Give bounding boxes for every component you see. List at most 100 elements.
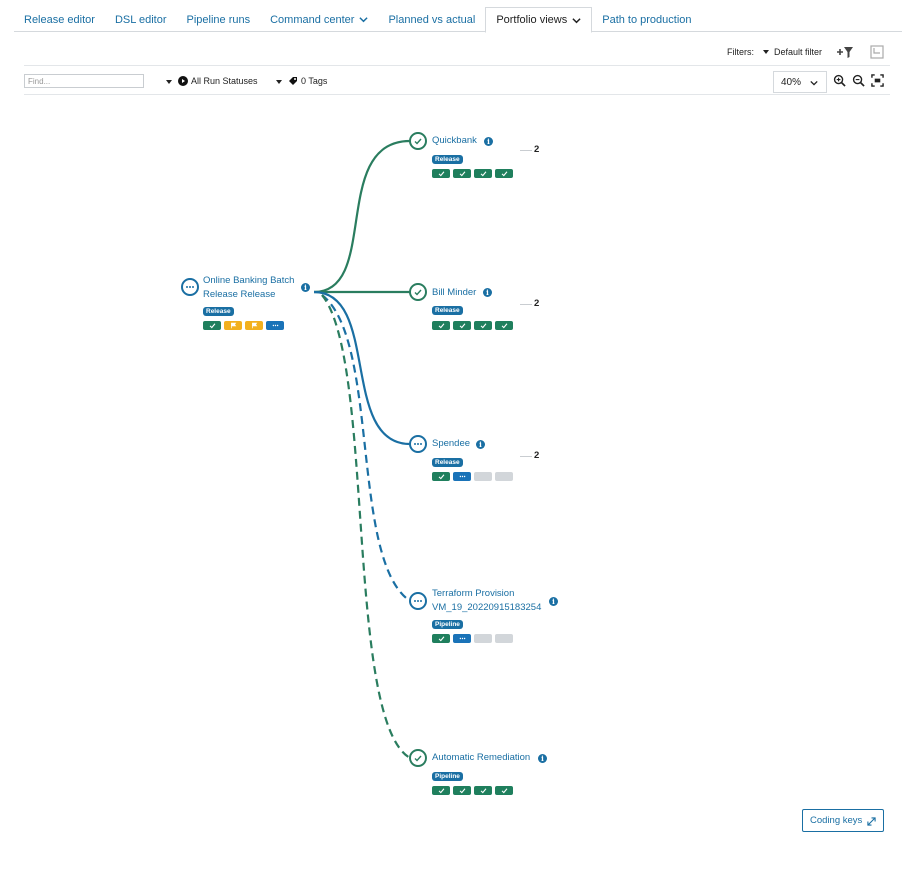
check-icon: [414, 138, 422, 145]
caret-down-icon[interactable]: [276, 80, 282, 84]
node-title[interactable]: Terraform Provision VM_19_20220915183254: [432, 587, 541, 615]
status-running-circle[interactable]: [409, 435, 427, 453]
tab-portfolio-views[interactable]: Portfolio views: [485, 7, 593, 33]
node-title[interactable]: Spendee: [432, 437, 470, 451]
info-icon[interactable]: i: [484, 137, 493, 146]
ellipsis-icon: [459, 637, 465, 640]
stage-success[interactable]: [432, 169, 450, 178]
expand-icon: [867, 817, 876, 826]
check-icon: [459, 323, 465, 329]
node-title-line1: Spendee: [432, 438, 471, 449]
chevron-down-icon: [359, 17, 369, 23]
ellipsis-icon: [459, 475, 465, 478]
status-running-circle[interactable]: [409, 592, 427, 610]
status-success-circle[interactable]: [409, 132, 427, 150]
stage-strip: [432, 321, 513, 330]
tab-release-editor[interactable]: Release editor: [14, 7, 105, 32]
tab-bar: Release editor DSL editor Pipeline runs …: [14, 7, 902, 33]
node-type-badge: Release: [432, 155, 463, 164]
status-success-circle[interactable]: [409, 749, 427, 767]
zoom-out-icon[interactable]: [852, 74, 865, 87]
status-running-circle[interactable]: [181, 278, 199, 296]
tab-label: Portfolio views: [496, 14, 568, 26]
zoom-select[interactable]: 40%: [773, 71, 827, 93]
find-input[interactable]: [24, 74, 144, 88]
stage-success[interactable]: [453, 169, 471, 178]
node-type-badge: Pipeline: [432, 620, 463, 629]
check-icon: [501, 323, 507, 329]
node-type-badge: Release: [432, 306, 463, 315]
node-title[interactable]: Automatic Remediation: [432, 751, 530, 765]
node-type-badge: Release: [203, 307, 234, 316]
save-filter-icon[interactable]: [870, 45, 884, 59]
filter-select[interactable]: Default filter: [762, 47, 822, 57]
stage-success[interactable]: [495, 169, 513, 178]
dependency-graph: [313, 139, 411, 759]
stage-success[interactable]: [495, 321, 513, 330]
stage-success[interactable]: [474, 169, 492, 178]
coding-keys-button[interactable]: Coding keys: [802, 809, 884, 832]
run-status-filter[interactable]: All Run Statuses: [178, 76, 258, 86]
tags-filter[interactable]: 0 Tags: [288, 76, 327, 86]
node-title-line2: VM_19_20220915183254: [432, 602, 542, 613]
node-title[interactable]: Bill Minder: [432, 286, 476, 300]
stage-success[interactable]: [453, 786, 471, 795]
info-icon[interactable]: i: [538, 754, 547, 763]
stage-success[interactable]: [474, 786, 492, 795]
check-icon: [480, 171, 486, 177]
node-title-line1: Bill Minder: [432, 287, 477, 298]
caret-down-icon[interactable]: [166, 80, 172, 84]
stage-success[interactable]: [432, 786, 450, 795]
tab-pipeline-runs[interactable]: Pipeline runs: [177, 7, 261, 32]
graph-toolbar: All Run Statuses 0 Tags 40%: [24, 69, 890, 95]
check-icon: [501, 788, 507, 794]
check-icon: [438, 788, 444, 794]
ellipsis-icon: [414, 600, 422, 602]
info-icon[interactable]: i: [476, 440, 485, 449]
status-success-circle[interactable]: [409, 283, 427, 301]
zoom-in-icon[interactable]: [833, 74, 846, 87]
stage-success[interactable]: [432, 321, 450, 330]
stage-success[interactable]: [453, 321, 471, 330]
stage-running[interactable]: [453, 634, 471, 643]
info-icon[interactable]: i: [483, 288, 492, 297]
ellipsis-icon: [186, 286, 194, 288]
node-title[interactable]: Quickbank: [432, 134, 477, 148]
stage-pending[interactable]: [495, 634, 513, 643]
stage-running[interactable]: [453, 472, 471, 481]
stage-success[interactable]: [495, 786, 513, 795]
check-icon: [501, 171, 507, 177]
tab-planned-vs-actual[interactable]: Planned vs actual: [378, 7, 485, 32]
stage-warning[interactable]: [224, 321, 242, 330]
node-title[interactable]: Online Banking Batch Release Release: [203, 274, 294, 302]
child-count: 2: [519, 450, 540, 461]
tab-path-to-production[interactable]: Path to production: [592, 7, 701, 32]
check-icon: [414, 289, 422, 296]
tab-dsl-editor[interactable]: DSL editor: [105, 7, 177, 32]
stage-pending[interactable]: [474, 634, 492, 643]
check-icon: [209, 323, 215, 329]
fit-to-screen-icon[interactable]: [871, 74, 884, 87]
info-icon[interactable]: i: [301, 283, 310, 292]
stage-warning[interactable]: [245, 321, 263, 330]
stage-success[interactable]: [203, 321, 221, 330]
stage-running[interactable]: [266, 321, 284, 330]
info-icon[interactable]: i: [549, 597, 558, 606]
check-icon: [459, 171, 465, 177]
stage-strip: [432, 169, 513, 178]
stage-success[interactable]: [432, 634, 450, 643]
check-icon: [438, 171, 444, 177]
chevron-down-icon: [572, 17, 581, 23]
stage-success[interactable]: [432, 472, 450, 481]
tab-command-center[interactable]: Command center: [260, 7, 378, 32]
check-icon: [438, 474, 444, 480]
portfolio-view-page: Release editor DSL editor Pipeline runs …: [0, 0, 902, 870]
stage-pending[interactable]: [495, 472, 513, 481]
stage-pending[interactable]: [474, 472, 492, 481]
tab-label: DSL editor: [114, 13, 167, 26]
add-filter-icon[interactable]: [836, 44, 854, 60]
tag-icon: [289, 77, 297, 85]
stage-success[interactable]: [474, 321, 492, 330]
node-type-badge: Pipeline: [432, 772, 463, 781]
filter-select-value: Default filter: [773, 47, 822, 57]
